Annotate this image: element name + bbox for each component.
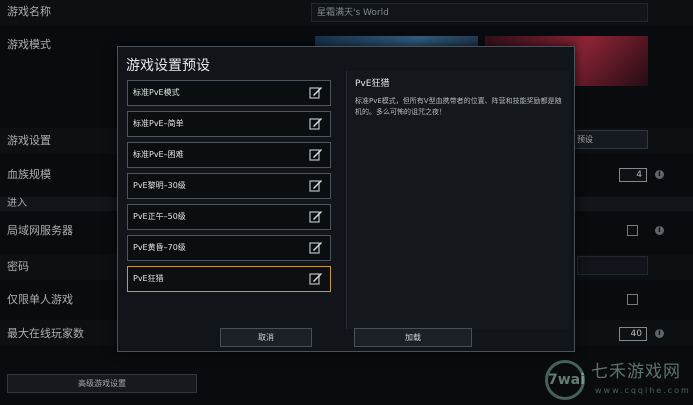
edit-icon[interactable] xyxy=(309,241,323,255)
edit-icon[interactable] xyxy=(309,117,323,131)
watermark: 7wai 七禾游戏网 www.cqqihe.com xyxy=(545,358,693,405)
preset-item[interactable]: 标准PvE模式 xyxy=(127,80,331,106)
edit-icon[interactable] xyxy=(309,148,323,162)
edit-icon[interactable] xyxy=(309,210,323,224)
preset-detail-title: PvE狂猎 xyxy=(355,79,390,89)
preset-label: PvE黎明–30级 xyxy=(133,181,186,190)
preset-label: PvE黄昏–70级 xyxy=(133,243,186,252)
preset-item-selected[interactable]: PvE狂猎 xyxy=(127,266,331,292)
preset-modal: 游戏设置预设 标准PvE模式 标准PvE–简单 标准PvE–困难 PvE黎明–3… xyxy=(117,46,575,352)
preset-item[interactable]: 标准PvE–困难 xyxy=(127,142,331,168)
edit-icon[interactable] xyxy=(309,86,323,100)
watermark-logo: 7wai xyxy=(545,360,585,400)
preset-item[interactable]: 标准PvE–简单 xyxy=(127,111,331,137)
cancel-button[interactable]: 取消 xyxy=(220,328,312,347)
preset-label: PvE正午–50级 xyxy=(133,212,186,221)
edit-icon[interactable] xyxy=(309,179,323,193)
watermark-brand: 七禾游戏网 xyxy=(591,362,681,382)
modal-title: 游戏设置预设 xyxy=(126,58,210,74)
preset-item[interactable]: PvE正午–50级 xyxy=(127,204,331,230)
preset-label: 标准PvE–简单 xyxy=(133,119,184,128)
edit-icon[interactable] xyxy=(309,272,323,286)
preset-item[interactable]: PvE黎明–30级 xyxy=(127,173,331,199)
preset-item[interactable]: PvE黄昏–70级 xyxy=(127,235,331,261)
load-button[interactable]: 加载 xyxy=(354,328,472,347)
preset-label: 标准PvE–困难 xyxy=(133,150,184,159)
preset-label: PvE狂猎 xyxy=(133,274,164,283)
watermark-url: www.cqqihe.com xyxy=(595,386,691,395)
preset-label: 标准PvE模式 xyxy=(133,88,180,97)
preset-detail-description: 标准PvE模式，但所有V型血携带者的位置、阵营和技能奖励都是随机的。多么可怖的诅… xyxy=(355,97,562,116)
preset-detail-panel: PvE狂猎 标准PvE模式，但所有V型血携带者的位置、阵营和技能奖励都是随机的。… xyxy=(346,71,570,329)
